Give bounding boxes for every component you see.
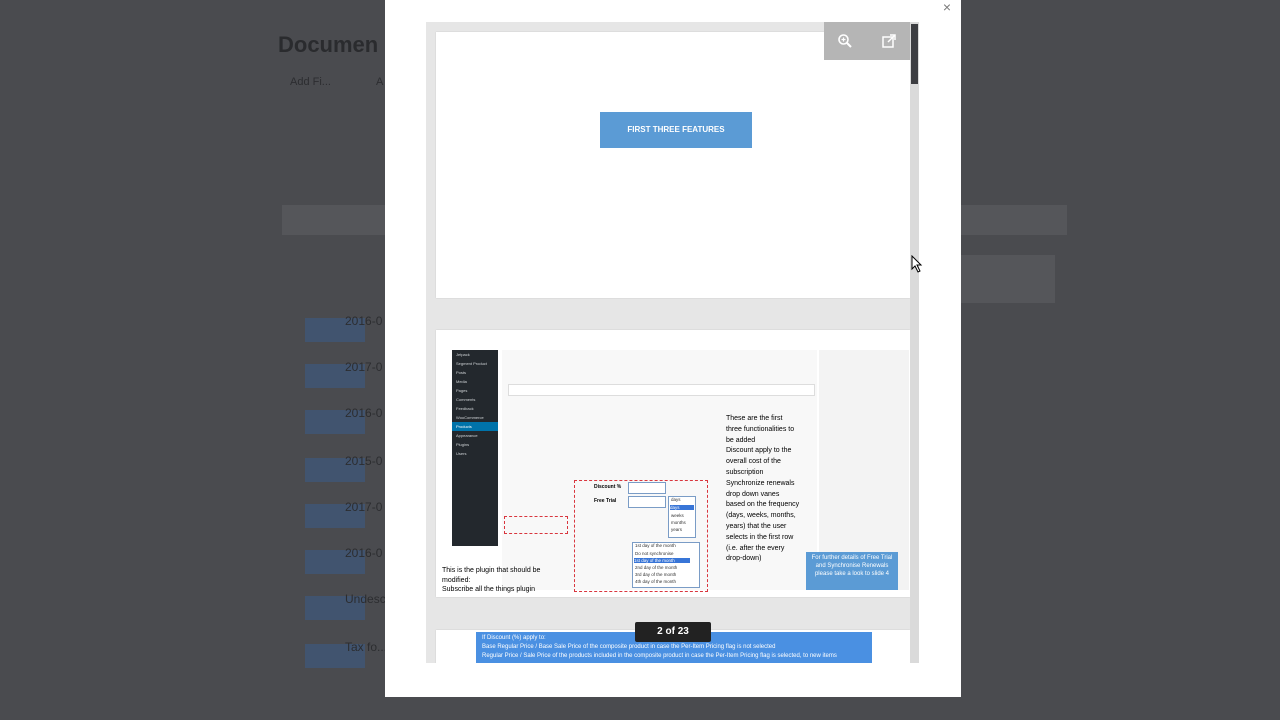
sync-option: 2nd day of the month — [635, 565, 678, 570]
file-name[interactable]: 2016-0 — [345, 406, 382, 420]
sync-option: 1st day of the month — [635, 543, 676, 548]
sync-option: Do not synchronise — [635, 551, 674, 556]
annotation-features: These are the first three functionalitie… — [726, 415, 800, 563]
file-name[interactable]: 2016-0 — [345, 314, 382, 328]
page-counter: 2 of 23 — [635, 622, 711, 642]
slide-2: Jetpack Segment Product Posts Media Page… — [436, 330, 910, 597]
zoom-in-icon[interactable] — [836, 32, 854, 50]
sidebar-item: Posts — [456, 370, 467, 375]
sync-option: 3rd day of the month — [635, 572, 677, 577]
wp-admin-sidebar: Jetpack Segment Product Posts Media Page… — [452, 350, 498, 546]
external-link-icon[interactable] — [880, 32, 898, 50]
document-viewer[interactable]: FIRST THREE FEATURES Jetpack Segment Pro… — [426, 22, 919, 663]
sidebar-item: Media — [456, 379, 467, 384]
period-option: weeks — [671, 513, 684, 518]
product-data-header — [508, 384, 815, 396]
sync-option: 1st day of the month — [634, 558, 690, 563]
sidebar-item: Comments — [456, 397, 476, 402]
period-option: years — [671, 527, 683, 532]
viewer-toolbar — [824, 22, 910, 60]
sidebar-item: Plugins — [456, 442, 470, 447]
sidebar-item: Segment Product — [456, 361, 487, 366]
file-name[interactable]: 2015-0 — [345, 454, 382, 468]
plugin-highlight-box — [504, 516, 568, 534]
annotation-plugin: This is the plugin that should be modifi… — [442, 567, 541, 593]
sync-option: 4th day of the month — [635, 579, 677, 584]
free-trial-label: Free Trial — [594, 498, 617, 504]
file-name[interactable]: 2017-0 — [345, 500, 382, 514]
sidebar-item-products: Products — [452, 422, 498, 431]
file-name[interactable]: Tax fo... — [345, 640, 387, 654]
period-dropdown: days days weeks months years — [668, 496, 696, 538]
sync-dropdown: 1st day of the month Do not synchronise … — [632, 542, 700, 588]
free-trial-field — [628, 496, 666, 508]
sidebar-item: Feedback — [456, 406, 474, 411]
sidebar-item: Jetpack — [456, 352, 470, 357]
slide-1: FIRST THREE FEATURES — [436, 32, 910, 298]
sidebar-item: Appearance — [456, 433, 478, 438]
slide-note: For further details of Free Trial and Sy… — [806, 552, 898, 590]
file-name[interactable]: 2016-0 — [345, 546, 382, 560]
viewer-scrollbar[interactable] — [910, 22, 919, 663]
first-three-features-banner: FIRST THREE FEATURES — [600, 112, 752, 148]
discount-field — [628, 482, 666, 494]
period-option: days — [671, 497, 681, 502]
mouse-cursor-icon — [911, 255, 923, 273]
file-name[interactable]: 2017-0 — [345, 360, 382, 374]
page-title: Documen — [278, 32, 379, 57]
discount-label: Discount % — [594, 484, 622, 490]
period-option: months — [671, 520, 686, 525]
toolbar-link[interactable]: A — [376, 76, 383, 88]
sidebar-item: Users — [456, 451, 467, 456]
scroll-thumb[interactable] — [911, 24, 918, 84]
close-icon[interactable]: × — [940, 0, 954, 14]
sidebar-item: Pages — [456, 388, 468, 393]
period-option: days — [670, 505, 694, 510]
sidebar-item: WooCommerce — [456, 415, 484, 420]
side-panel — [960, 255, 1055, 303]
add-files-link[interactable]: Add Fi... — [290, 76, 331, 88]
